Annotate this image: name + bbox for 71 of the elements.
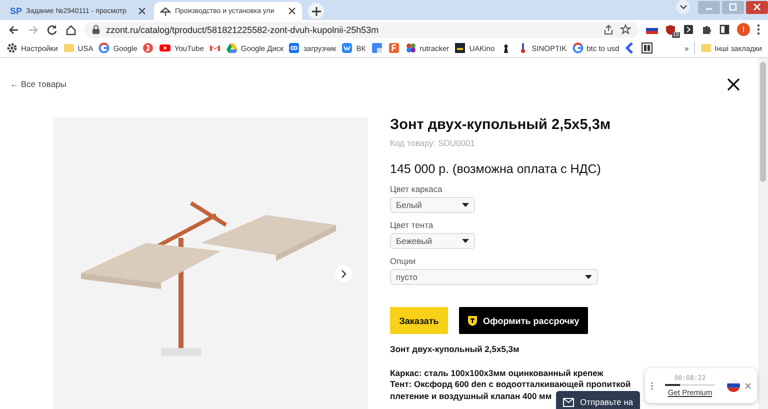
- close-button[interactable]: [727, 78, 740, 90]
- dc-logo-icon[interactable]: [641, 42, 654, 54]
- option-select[interactable]: пусто: [390, 269, 598, 285]
- address-bar[interactable]: zzont.ru/catalog/tproduct/581821225582-zont-dvuh-kupolnii-25h53m: [84, 22, 639, 38]
- installment-button[interactable]: Оформить рассрочку: [459, 307, 588, 334]
- order-button[interactable]: Заказать: [390, 307, 448, 334]
- description-line: плетение и воздушный клапан 400 мм: [390, 390, 552, 402]
- close-icon: [753, 3, 761, 11]
- close-icon: [727, 78, 740, 90]
- back-link[interactable]: ← Все товары: [10, 79, 66, 89]
- home-button[interactable]: [65, 24, 77, 36]
- site-logo: SP: [10, 6, 22, 16]
- product-title: Зонт двух-купольный 2,5х5,3м: [390, 117, 612, 133]
- shield-icon: [468, 316, 477, 326]
- dark-square-icon: [454, 42, 466, 54]
- lock-icon: [92, 25, 100, 34]
- letter-circle-icon[interactable]: [142, 42, 154, 54]
- share-button[interactable]: [603, 24, 614, 35]
- translate-icon[interactable]: [370, 42, 383, 54]
- option-select[interactable]: Белый: [390, 197, 475, 213]
- tab-search-button[interactable]: [676, 0, 690, 14]
- close-icon: [138, 7, 146, 15]
- description-line: Тент: Оксфорд 600 den с водоотталкивающей пропиткой: [390, 379, 631, 390]
- dropdown-triangle-icon: [462, 239, 469, 243]
- envelope-icon[interactable]: [208, 42, 221, 54]
- scrollbar-thumb[interactable]: [760, 62, 766, 182]
- folder-icon: [62, 42, 75, 54]
- vk-icon: [341, 42, 354, 54]
- puzzle-icon[interactable]: [701, 24, 712, 35]
- option-label: Цвет каркаса: [390, 184, 444, 194]
- close-icon[interactable]: [745, 382, 751, 388]
- option-label: Цвет тента: [390, 220, 434, 230]
- google-logo-icon: [572, 42, 584, 54]
- google-logo-icon: [98, 42, 110, 54]
- reload-button[interactable]: [46, 24, 58, 36]
- gear-icon: [6, 42, 18, 54]
- product-price: 145 000 р. (возможна оплата с НДС): [390, 162, 602, 176]
- plus-icon: [312, 6, 320, 16]
- dark-extension-icon[interactable]: [683, 24, 694, 35]
- drag-handle-icon[interactable]: [651, 382, 653, 390]
- close-window-button[interactable]: [746, 0, 768, 14]
- next-image-button[interactable]: [335, 265, 352, 282]
- triangle-icon: [226, 42, 238, 54]
- description-line: Каркас: сталь 100х100х3мм оцинкованный крепеж: [390, 368, 604, 379]
- url-text: zzont.ru/catalog/tproduct/581821225582-zont-dvuh-kupolnii-25h53m: [106, 24, 380, 34]
- chevron-down-icon: [680, 4, 686, 10]
- chevron-right-icon: [340, 270, 346, 278]
- folder-icon: [700, 42, 712, 54]
- flower-icon: [404, 42, 417, 54]
- infinity-icon: [288, 42, 300, 54]
- dropdown-triangle-icon: [585, 275, 592, 279]
- product-code: Код товару: SDU0001: [390, 138, 476, 148]
- umbrella-icon: [160, 6, 171, 16]
- letter-f-icon[interactable]: [388, 42, 400, 54]
- back-button[interactable]: [8, 24, 20, 36]
- profile-avatar[interactable]: I: [737, 23, 750, 36]
- dropdown-triangle-icon: [462, 203, 469, 207]
- description-heading: Зонт двух-купольный 2,5х5,3м: [390, 344, 520, 356]
- option-label: Опции: [390, 256, 417, 266]
- option-select[interactable]: Бежевый: [390, 233, 475, 249]
- close-icon: [288, 7, 296, 15]
- more-vertical-icon[interactable]: [757, 24, 760, 35]
- play-icon: [159, 42, 172, 54]
- bookmark-star-button[interactable]: [620, 24, 631, 35]
- new-tab-button[interactable]: [308, 3, 324, 19]
- side-panel-icon[interactable]: [719, 24, 730, 35]
- flag-icon[interactable]: [646, 25, 658, 34]
- maximize-icon: [729, 3, 737, 11]
- envelope-icon: [563, 398, 574, 406]
- flag-icon[interactable]: [727, 379, 740, 392]
- chat-button[interactable]: Отправьте на: [556, 391, 640, 409]
